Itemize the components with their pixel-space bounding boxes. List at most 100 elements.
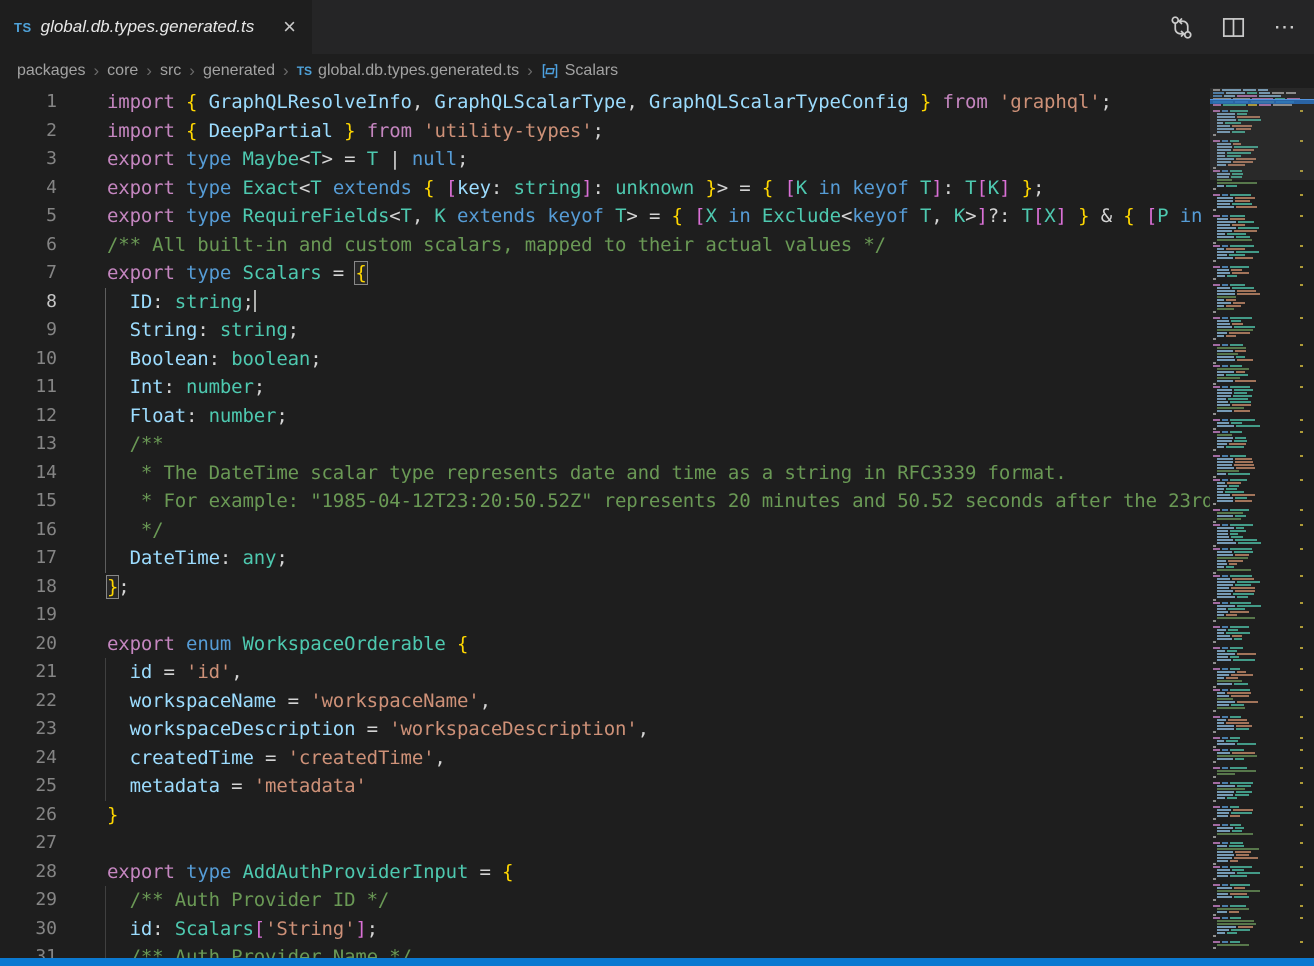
line-number[interactable]: 8	[0, 288, 57, 317]
code-line[interactable]: Int: number;	[107, 373, 1210, 402]
tab-global-db-types[interactable]: TS global.db.types.generated.ts ×	[0, 0, 312, 54]
code-line[interactable]: /** All built-in and custom scalars, map…	[107, 231, 1210, 260]
code-line[interactable]: id = 'id',	[107, 658, 1210, 687]
line-number[interactable]: 3	[0, 145, 57, 174]
more-actions-button[interactable]: ⋯	[1272, 14, 1298, 40]
code-line[interactable]: createdTime = 'createdTime',	[107, 744, 1210, 773]
breadcrumb: packages›core›src›generated›TSglobal.db.…	[0, 54, 1314, 88]
line-number[interactable]: 9	[0, 316, 57, 345]
line-number[interactable]: 6	[0, 231, 57, 260]
code-editor[interactable]: 1234567891011121314151617181920212223242…	[0, 88, 1314, 958]
breadcrumb-label: src	[160, 62, 181, 80]
line-number[interactable]: 12	[0, 402, 57, 431]
status-bar-strip	[0, 958, 1314, 966]
code-line[interactable]: export type AddAuthProviderInput = {	[107, 858, 1210, 887]
code-line[interactable]: }	[107, 801, 1210, 830]
chevron-right-icon: ›	[189, 61, 195, 81]
code-line[interactable]: /**	[107, 430, 1210, 459]
code-line[interactable]: export type Scalars = {	[107, 259, 1210, 288]
line-number[interactable]: 17	[0, 544, 57, 573]
tab-title: global.db.types.generated.ts	[41, 17, 273, 37]
code-line[interactable]: import { GraphQLResolveInfo, GraphQLScal…	[107, 88, 1210, 117]
line-number[interactable]: 21	[0, 658, 57, 687]
code-line[interactable]: export type Exact<T extends { [key: stri…	[107, 174, 1210, 203]
code-line[interactable]: */	[107, 516, 1210, 545]
code-line[interactable]	[107, 829, 1210, 858]
code-line[interactable]: ID: string;	[107, 288, 1210, 317]
code-line[interactable]: export type RequireFields<T, K extends k…	[107, 202, 1210, 231]
line-number[interactable]: 19	[0, 601, 57, 630]
breadcrumb-label: global.db.types.generated.ts	[318, 62, 519, 80]
line-number[interactable]: 27	[0, 829, 57, 858]
line-number[interactable]: 23	[0, 715, 57, 744]
line-number[interactable]: 1	[0, 88, 57, 117]
line-number[interactable]: 7	[0, 259, 57, 288]
breadcrumb-item-scalars[interactable]: Scalars	[541, 62, 618, 80]
chevron-right-icon: ›	[283, 61, 289, 81]
split-editor-icon	[1221, 15, 1246, 40]
code-line[interactable]: metadata = 'metadata'	[107, 772, 1210, 801]
line-number[interactable]: 10	[0, 345, 57, 374]
line-number[interactable]: 20	[0, 630, 57, 659]
open-changes-button[interactable]	[1168, 14, 1194, 40]
line-number[interactable]: 2	[0, 117, 57, 146]
line-number[interactable]: 18	[0, 573, 57, 602]
code-line[interactable]: workspaceDescription = 'workspaceDescrip…	[107, 715, 1210, 744]
indent-guide	[105, 288, 106, 573]
code-line[interactable]: String: string;	[107, 316, 1210, 345]
code-line[interactable]: /** Auth Provider ID */	[107, 886, 1210, 915]
line-number[interactable]: 30	[0, 915, 57, 944]
code-line[interactable]: /** Auth Provider Name */	[107, 943, 1210, 958]
code-line[interactable]: id: Scalars['String'];	[107, 915, 1210, 944]
code-line[interactable]: import { DeepPartial } from 'utility-typ…	[107, 117, 1210, 146]
code-line[interactable]	[107, 601, 1210, 630]
breadcrumb-item-global-db-types-generated-ts[interactable]: TS global.db.types.generated.ts	[297, 62, 519, 80]
breadcrumb-label: Scalars	[565, 62, 618, 80]
code-lines: import { GraphQLResolveInfo, GraphQLScal…	[107, 88, 1210, 958]
text-cursor	[254, 290, 256, 312]
code-line[interactable]: * For example: "1985-04-12T23:20:50.52Z"…	[107, 487, 1210, 516]
breadcrumb-item-src[interactable]: src	[160, 62, 181, 80]
code-line[interactable]: Float: number;	[107, 402, 1210, 431]
typescript-file-icon: TS	[14, 20, 32, 35]
line-number[interactable]: 11	[0, 373, 57, 402]
code-line[interactable]: export enum WorkspaceOrderable {	[107, 630, 1210, 659]
indent-guide	[105, 658, 106, 801]
symbol-type-icon	[541, 62, 559, 80]
typescript-file-icon: TS	[297, 64, 312, 78]
line-number[interactable]: 29	[0, 886, 57, 915]
breadcrumb-item-generated[interactable]: generated	[203, 62, 275, 80]
breadcrumb-label: packages	[17, 62, 86, 80]
line-number[interactable]: 5	[0, 202, 57, 231]
line-number[interactable]: 13	[0, 430, 57, 459]
code-line[interactable]: workspaceName = 'workspaceName',	[107, 687, 1210, 716]
line-number[interactable]: 4	[0, 174, 57, 203]
line-number-gutter[interactable]: 1234567891011121314151617181920212223242…	[0, 88, 57, 958]
code-viewport: 1234567891011121314151617181920212223242…	[0, 88, 1210, 958]
line-number[interactable]: 15	[0, 487, 57, 516]
code-line[interactable]: DateTime: any;	[107, 544, 1210, 573]
chevron-right-icon: ›	[527, 61, 533, 81]
minimap[interactable]	[1210, 88, 1314, 958]
code-line[interactable]: export type Maybe<T> = T | null;	[107, 145, 1210, 174]
line-number[interactable]: 28	[0, 858, 57, 887]
line-number[interactable]: 25	[0, 772, 57, 801]
breadcrumb-item-packages[interactable]: packages	[17, 62, 86, 80]
line-number[interactable]: 16	[0, 516, 57, 545]
tab-bar: TS global.db.types.generated.ts × ⋯	[0, 0, 1314, 54]
line-number[interactable]: 24	[0, 744, 57, 773]
line-number[interactable]: 26	[0, 801, 57, 830]
ellipsis-icon: ⋯	[1274, 14, 1297, 40]
breadcrumb-label: generated	[203, 62, 275, 80]
indent-guide	[105, 886, 106, 958]
split-editor-button[interactable]	[1220, 14, 1246, 40]
line-number[interactable]: 22	[0, 687, 57, 716]
breadcrumb-item-core[interactable]: core	[107, 62, 138, 80]
code-line[interactable]: };	[107, 573, 1210, 602]
code-line[interactable]: * The DateTime scalar type represents da…	[107, 459, 1210, 488]
minimap-active-line-marker	[1210, 99, 1314, 104]
code-line[interactable]: Boolean: boolean;	[107, 345, 1210, 374]
line-number[interactable]: 14	[0, 459, 57, 488]
close-tab-icon[interactable]: ×	[281, 16, 298, 38]
line-number[interactable]: 31	[0, 943, 57, 958]
